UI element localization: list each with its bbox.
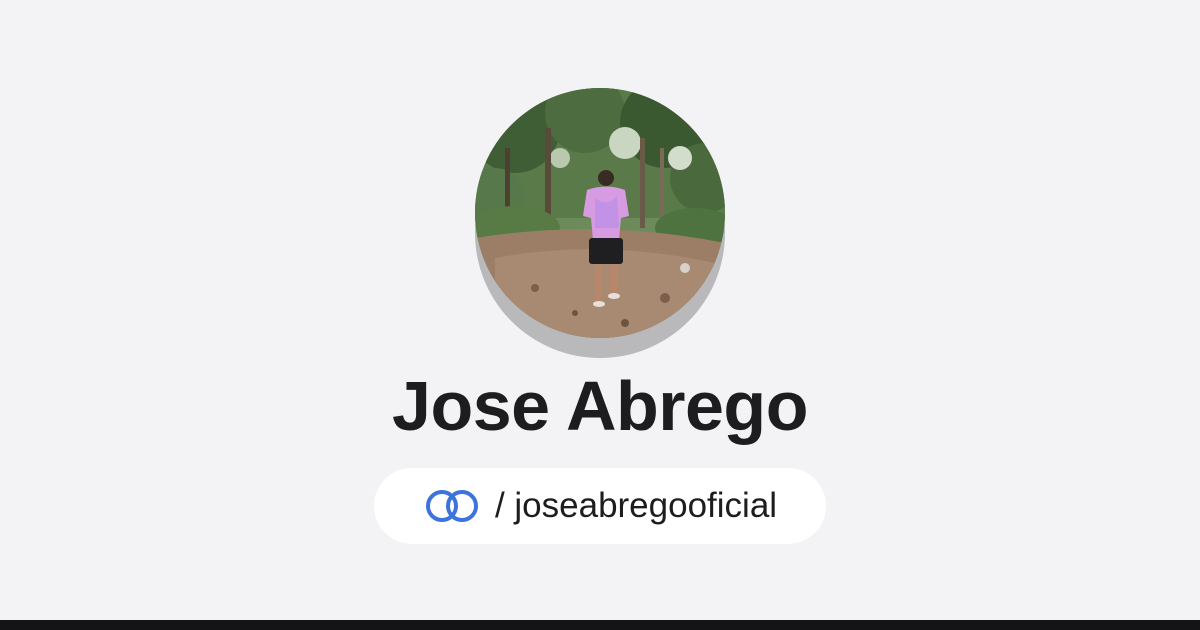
- profile-handle-link[interactable]: / joseabregooficial: [374, 468, 826, 544]
- profile-handle: / joseabregooficial: [495, 486, 777, 526]
- link-rings-icon: [423, 488, 481, 524]
- footer-bar: [0, 620, 1200, 630]
- avatar-photo: [475, 88, 725, 338]
- profile-display-name: Jose Abrego: [392, 367, 808, 445]
- handle-name: joseabregooficial: [514, 486, 778, 525]
- avatar-container: [475, 88, 745, 358]
- handle-prefix: /: [494, 486, 515, 525]
- avatar: [475, 88, 725, 338]
